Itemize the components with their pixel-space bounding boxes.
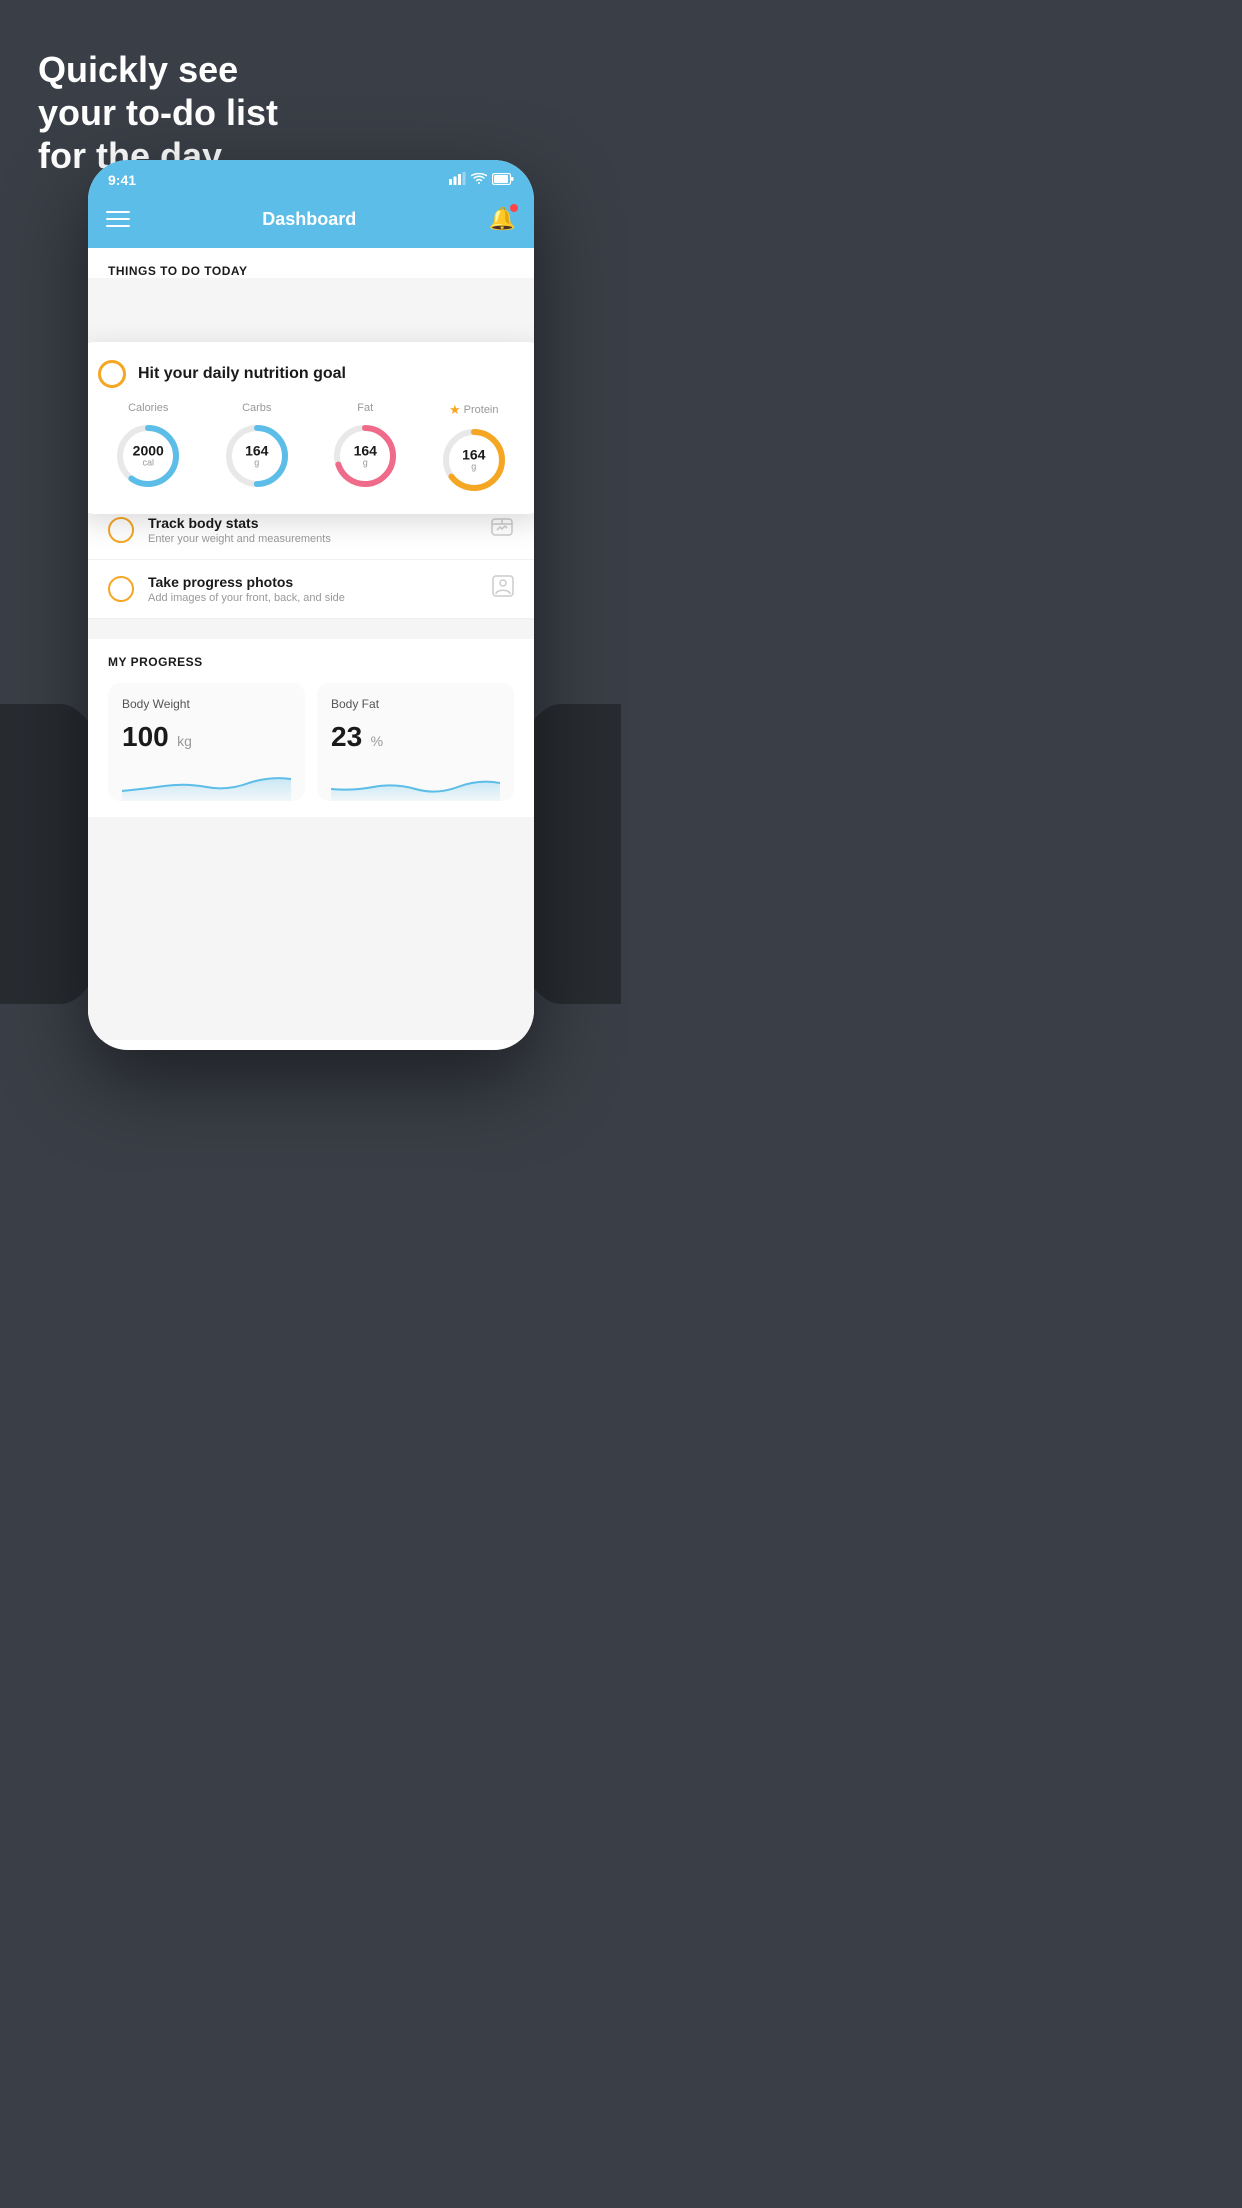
protein-star-icon: ★ bbox=[449, 402, 461, 418]
headline-line2: your to-do list bbox=[38, 91, 278, 134]
menu-line-1 bbox=[106, 211, 130, 213]
carbs-unit: g bbox=[245, 459, 268, 469]
nutrition-check-circle[interactable] bbox=[98, 360, 126, 388]
carbs-value: 164 bbox=[245, 443, 268, 458]
protein-stat: ★Protein 164 g bbox=[438, 402, 510, 496]
things-section: THINGS TO DO TODAY bbox=[88, 248, 534, 278]
body-fat-value-row: 23 % bbox=[331, 721, 500, 753]
fat-stat: Fat 164 g bbox=[329, 402, 401, 496]
app-header: Dashboard 🔔 bbox=[88, 196, 534, 248]
calories-unit: cal bbox=[133, 459, 164, 469]
body-fat-card[interactable]: Body Fat 23 % bbox=[317, 683, 514, 801]
todo-text-body-stats: Track body stats Enter your weight and m… bbox=[148, 515, 476, 545]
calories-stat: Calories 2000 cal bbox=[112, 402, 184, 496]
body-fat-value: 23 bbox=[331, 721, 362, 752]
progress-section-title: MY PROGRESS bbox=[108, 655, 514, 669]
todo-title-body-stats: Track body stats bbox=[148, 515, 476, 531]
status-icons bbox=[449, 172, 514, 188]
calories-value: 2000 bbox=[133, 443, 164, 458]
phone-content: THINGS TO DO TODAY Hit your daily nutrit… bbox=[88, 248, 534, 1040]
body-weight-unit: kg bbox=[177, 733, 192, 749]
status-bar: 9:41 bbox=[88, 160, 534, 196]
fat-label: Fat bbox=[357, 402, 373, 414]
todo-subtitle-body-stats: Enter your weight and measurements bbox=[148, 533, 476, 545]
fat-value: 164 bbox=[354, 443, 377, 458]
carbs-stat: Carbs 164 g bbox=[221, 402, 293, 496]
progress-section: MY PROGRESS Body Weight 100 kg bbox=[88, 639, 534, 817]
status-time: 9:41 bbox=[108, 172, 136, 188]
body-weight-value: 100 bbox=[122, 721, 169, 752]
body-weight-card[interactable]: Body Weight 100 kg bbox=[108, 683, 305, 801]
headline-line1: Quickly see bbox=[38, 48, 278, 91]
todo-item-photos[interactable]: Take progress photos Add images of your … bbox=[88, 560, 534, 619]
headline: Quickly see your to-do list for the day. bbox=[38, 48, 278, 178]
body-fat-sparkline bbox=[331, 761, 500, 801]
spacer bbox=[88, 619, 534, 639]
todo-circle-photos bbox=[108, 576, 134, 602]
body-weight-card-title: Body Weight bbox=[122, 697, 291, 711]
calories-label: Calories bbox=[128, 402, 168, 414]
menu-line-2 bbox=[106, 218, 130, 220]
nutrition-card-header: Hit your daily nutrition goal bbox=[98, 360, 524, 388]
fat-donut: 164 g bbox=[329, 420, 401, 492]
nutrition-card-title: Hit your daily nutrition goal bbox=[138, 365, 346, 383]
battery-icon bbox=[492, 173, 514, 188]
person-icon bbox=[492, 575, 514, 603]
nutrition-card: Hit your daily nutrition goal Calories bbox=[88, 342, 534, 514]
phone-mockup: 9:41 bbox=[88, 160, 534, 1050]
body-fat-card-title: Body Fat bbox=[331, 697, 500, 711]
todo-title-photos: Take progress photos bbox=[148, 574, 478, 590]
notification-button[interactable]: 🔔 bbox=[489, 206, 516, 232]
body-fat-unit: % bbox=[371, 733, 383, 749]
calories-donut: 2000 cal bbox=[112, 420, 184, 492]
body-weight-value-row: 100 kg bbox=[122, 721, 291, 753]
todo-text-photos: Take progress photos Add images of your … bbox=[148, 574, 478, 604]
body-weight-sparkline bbox=[122, 761, 291, 801]
todo-circle-body-stats bbox=[108, 517, 134, 543]
fat-unit: g bbox=[354, 459, 377, 469]
scale-icon bbox=[490, 516, 514, 544]
notification-dot bbox=[510, 204, 518, 212]
protein-donut: 164 g bbox=[438, 424, 510, 496]
protein-unit: g bbox=[462, 463, 485, 473]
nutrition-stats: Calories 2000 cal bbox=[98, 402, 524, 496]
things-section-title: THINGS TO DO TODAY bbox=[108, 264, 514, 278]
wifi-icon bbox=[471, 173, 487, 188]
menu-button[interactable] bbox=[106, 211, 130, 227]
progress-cards: Body Weight 100 kg bbox=[108, 683, 514, 801]
signal-icon bbox=[449, 172, 466, 188]
todo-subtitle-photos: Add images of your front, back, and side bbox=[148, 592, 478, 604]
carbs-donut: 164 g bbox=[221, 420, 293, 492]
header-title: Dashboard bbox=[262, 209, 356, 230]
protein-value: 164 bbox=[462, 447, 485, 462]
protein-label: ★Protein bbox=[449, 402, 499, 418]
carbs-label: Carbs bbox=[242, 402, 271, 414]
menu-line-3 bbox=[106, 225, 130, 227]
phone-shadow-overlay bbox=[88, 980, 534, 1040]
